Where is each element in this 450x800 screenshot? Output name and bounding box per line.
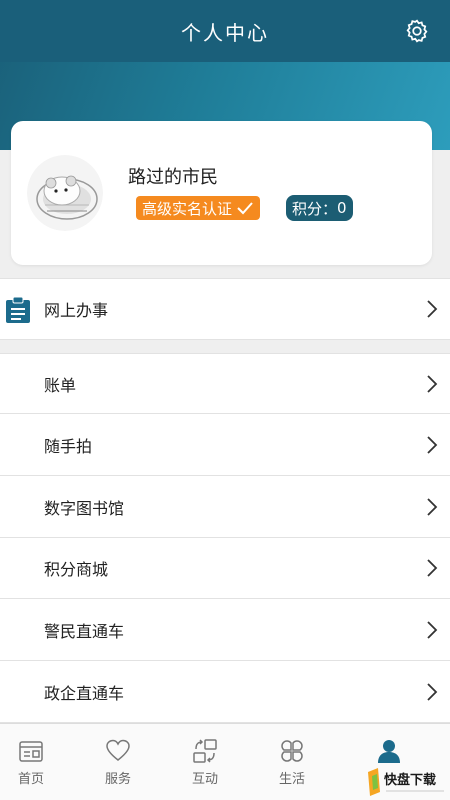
chevron-right-icon (427, 620, 438, 639)
chevron-right-icon (427, 682, 438, 701)
tab-label: 互动 (191, 772, 218, 787)
tab-label: 生活 (278, 772, 305, 787)
home-card-icon (19, 741, 43, 762)
menu-item-label: 积分商城 (44, 560, 109, 579)
watermark-logo: 快盘下载 (368, 768, 444, 796)
page-title: 个人中心 (181, 20, 269, 45)
username: 路过的市民 (128, 167, 218, 188)
interaction-icon (193, 739, 217, 763)
chevron-right-icon (427, 435, 438, 454)
menu-item-label: 数字图书馆 (44, 498, 125, 518)
menu-item-label: 随手拍 (44, 436, 93, 456)
person-icon (378, 740, 400, 763)
menu-item-label: 政企直通车 (44, 683, 125, 703)
chevron-right-icon (427, 559, 438, 577)
avatar[interactable] (27, 155, 103, 231)
menu-item-online-affairs[interactable]: 网上办事 (0, 278, 450, 340)
title-bar: 个人中心 (0, 0, 450, 62)
tab-services[interactable]: 服务 (78, 724, 158, 800)
menu-item-label: 账单 (44, 375, 77, 395)
chevron-right-icon (427, 374, 438, 393)
heart-icon (106, 739, 130, 761)
checkmark-icon (237, 202, 253, 215)
grid-petals-icon (281, 740, 303, 762)
menu-item-police-direct[interactable]: 警民直通车 (0, 599, 450, 661)
menu-item-label: 网上办事 (44, 301, 109, 320)
points-badge[interactable]: 积分： 0 (286, 195, 353, 221)
chevron-right-icon (427, 300, 438, 318)
tab-life[interactable]: 生活 (252, 724, 332, 800)
chevron-right-icon (427, 497, 438, 516)
verification-badge: 高级实名认证 (136, 196, 261, 220)
profile-card: 路过的市民 高级实名认证 积分： 0 (11, 121, 432, 265)
clipboard-icon (6, 296, 30, 323)
points-label: 积分： (292, 199, 338, 218)
menu-item-digital-library[interactable]: 数字图书馆 (0, 476, 450, 538)
tab-interaction[interactable]: 互动 (165, 724, 245, 800)
menu-item-bill[interactable]: 账单 (0, 353, 450, 414)
menu-item-government-enterprise-direct[interactable]: 政企直通车 (0, 661, 450, 723)
points-value: 0 (337, 199, 347, 217)
verification-badge-label: 高级实名认证 (142, 199, 233, 218)
tab-home[interactable]: 首页 (0, 724, 71, 800)
menu-item-label: 警民直通车 (44, 621, 125, 641)
watermark-text: 快盘下载 (384, 772, 436, 788)
menu-item-points-mall[interactable]: 积分商城 (0, 538, 450, 599)
tab-label: 首页 (17, 772, 44, 787)
menu-item-snapshot[interactable]: 随手拍 (0, 414, 450, 476)
tab-label: 服务 (104, 772, 131, 787)
gear-icon[interactable] (404, 18, 430, 44)
